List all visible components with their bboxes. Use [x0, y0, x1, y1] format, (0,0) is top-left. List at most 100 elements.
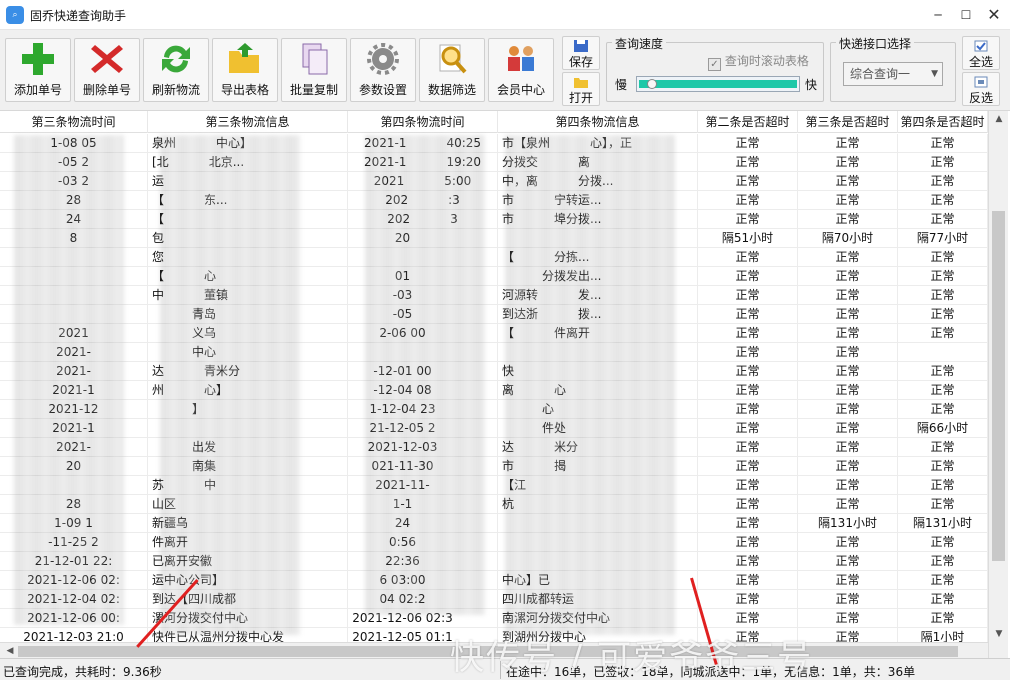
- cell-text: 正常: [930, 383, 955, 397]
- table-row[interactable]: -03 2运20215:00中，离分拨...正常正常正常: [0, 172, 988, 191]
- cell-text: 正常: [735, 364, 760, 378]
- cell-text: 正常: [835, 478, 860, 492]
- save-button[interactable]: 保存: [562, 36, 600, 70]
- table-row[interactable]: 【心01分拨发出...正常正常正常: [0, 267, 988, 286]
- table-cell: 正常: [898, 324, 988, 343]
- table-cell: 正常: [898, 552, 988, 571]
- table-row[interactable]: 2021-121-12-05 2件处正常正常隔66小时: [0, 419, 988, 438]
- watermark-text: 快传号 / 可爱爷爷三号: [450, 638, 814, 678]
- table-row[interactable]: 青岛-05到达浙拨...正常正常正常: [0, 305, 988, 324]
- table-row[interactable]: 21-12-01 22:已离开安徽22:36正常正常正常: [0, 552, 988, 571]
- table-row[interactable]: -11-25 2件离开0:56正常正常正常: [0, 533, 988, 552]
- delete-x-icon: [91, 45, 123, 73]
- table-row[interactable]: 2021-1州心】-12-04 08离心正常正常正常: [0, 381, 988, 400]
- select-all-label: 全选: [968, 55, 993, 69]
- table-row[interactable]: 苏中2021-11-【江正常正常正常: [0, 476, 988, 495]
- table-row[interactable]: 2021-12-06 02:运中心公司】6 03:00中心】已正常正常正常: [0, 571, 988, 590]
- table-cell: 正常: [698, 286, 798, 305]
- scroll-up-icon[interactable]: ▲: [989, 111, 1009, 127]
- cell-text: 正常: [835, 421, 860, 435]
- column-header[interactable]: 第二条是否超时: [698, 111, 798, 133]
- delete-number-button[interactable]: 删除单号: [74, 38, 140, 102]
- table-row[interactable]: 8包20隔51小时隔70小时隔77小时: [0, 229, 988, 248]
- table-row[interactable]: 28【东...202:3市宁转运...正常正常正常: [0, 191, 988, 210]
- speed-slider-track: [639, 80, 797, 88]
- table-row[interactable]: 2021-12】1-12-04 23心正常正常正常: [0, 400, 988, 419]
- maximize-button[interactable]: ☐: [952, 0, 980, 30]
- table-cell: 正常: [898, 476, 988, 495]
- query-speed-title: 查询速度: [612, 35, 667, 52]
- column-header[interactable]: 第四条物流信息: [498, 111, 698, 133]
- cell-text: 正常: [930, 307, 955, 321]
- cell-text: 正常: [930, 193, 955, 207]
- cell-text: 正常: [735, 516, 760, 530]
- api-select-dropdown[interactable]: 综合查询一 ▼: [843, 62, 943, 86]
- logistics-table[interactable]: 第三条物流时间 第三条物流信息 第四条物流时间 第四条物流信息 第二条是否超时 第三条是否…: [0, 110, 1010, 659]
- select-all-button[interactable]: 全选: [962, 36, 1000, 70]
- cell-text: 正常: [735, 193, 760, 207]
- table-row[interactable]: 20南集021-11-30市揭正常正常正常: [0, 457, 988, 476]
- scroll-down-icon[interactable]: ▼: [989, 626, 1009, 642]
- speed-slider[interactable]: [636, 76, 800, 92]
- column-header[interactable]: 第三条物流信息: [148, 111, 348, 133]
- cell-text: 隔51小时: [721, 231, 774, 245]
- scroll-left-icon[interactable]: ◀: [0, 643, 20, 659]
- api-select-title: 快递接口选择: [836, 35, 915, 52]
- data-filter-button[interactable]: 数据筛选: [419, 38, 485, 102]
- add-number-button[interactable]: 添加单号: [5, 38, 71, 102]
- add-number-label: 添加单号: [13, 83, 62, 97]
- invert-label: 反选: [968, 91, 993, 105]
- column-header[interactable]: 第三条是否超时: [798, 111, 898, 133]
- column-header[interactable]: 第四条是否超时: [898, 111, 988, 133]
- cell-text: 正常: [835, 364, 860, 378]
- cell-text: 隔131小时: [913, 516, 972, 530]
- table-row[interactable]: 24【2023市埠分拨...正常正常正常: [0, 210, 988, 229]
- vertical-scrollbar[interactable]: ▲ ▼: [988, 111, 1008, 659]
- open-button[interactable]: 打开: [562, 72, 600, 106]
- parameter-settings-button[interactable]: 参数设置: [350, 38, 416, 102]
- table-row[interactable]: 2021-出发2021-12-03达米分正常正常正常: [0, 438, 988, 457]
- table-row[interactable]: 2021-12-04 02:到达【四川成都04 02:2四川成都转运正常正常正常: [0, 590, 988, 609]
- cell-text: 正常: [835, 592, 860, 606]
- invert-select-button[interactable]: 反选: [962, 72, 1000, 106]
- member-center-button[interactable]: 会员中心: [488, 38, 554, 102]
- table-row[interactable]: 您【分拣...正常正常正常: [0, 248, 988, 267]
- cell-text: 正常: [835, 440, 860, 454]
- column-header[interactable]: 第四条物流时间: [348, 111, 498, 133]
- table-cell: 正常: [898, 286, 988, 305]
- select-all-icon: [974, 40, 988, 52]
- table-row[interactable]: 2021-12-06 00:漯河分拨交付中心2021-12-06 02:3南漯河…: [0, 609, 988, 628]
- cell-text: 正常: [930, 326, 955, 340]
- table-row[interactable]: 2021义乌2-06 00【件离开正常正常正常: [0, 324, 988, 343]
- table-row[interactable]: 1-09 1新疆乌24正常隔131小时隔131小时: [0, 514, 988, 533]
- table-cell: 正常: [698, 438, 798, 457]
- table-row[interactable]: 28山区1-1杭正常正常正常: [0, 495, 988, 514]
- cell-text: 正常: [835, 535, 860, 549]
- table-row[interactable]: 中董镇-03河源转发...正常正常正常: [0, 286, 988, 305]
- batch-copy-button[interactable]: 批量复制: [281, 38, 347, 102]
- table-cell: 正常: [898, 590, 988, 609]
- vertical-scroll-thumb[interactable]: [992, 211, 1005, 561]
- cell-text: 正常: [930, 573, 955, 587]
- table-row[interactable]: 2021-达青米分-12-01 00快正常正常正常: [0, 362, 988, 381]
- table-cell: 正常: [698, 571, 798, 590]
- close-button[interactable]: ✕: [980, 0, 1008, 30]
- title-bar: ⌕ 固乔快递查询助手 ─ ☐ ✕: [0, 0, 1010, 30]
- table-cell: 正常: [698, 267, 798, 286]
- column-header[interactable]: 第三条物流时间: [0, 111, 148, 133]
- scroll-table-checkbox[interactable]: ✓ 查询时滚动表格: [708, 52, 809, 71]
- cell-text: 正常: [930, 250, 955, 264]
- cell-text: 正常: [735, 440, 760, 454]
- minimize-button[interactable]: ─: [924, 0, 952, 30]
- table-row[interactable]: 1-08 05泉州中心】2021-140:25市【泉州心】，正正常正常正常: [0, 134, 988, 153]
- speed-slider-thumb[interactable]: [646, 79, 657, 89]
- export-table-button[interactable]: 导出表格: [212, 38, 278, 102]
- table-cell: 正常: [798, 134, 898, 153]
- member-center-label: 会员中心: [496, 83, 545, 97]
- table-cell: 正常: [898, 381, 988, 400]
- refresh-logistics-button[interactable]: 刷新物流: [143, 38, 209, 102]
- table-row[interactable]: -05 2[北北京...2021-119:20分拨交离正常正常正常: [0, 153, 988, 172]
- table-cell: 正常: [698, 343, 798, 362]
- table-row[interactable]: 2021-中心正常正常: [0, 343, 988, 362]
- plus-icon: [22, 43, 54, 75]
